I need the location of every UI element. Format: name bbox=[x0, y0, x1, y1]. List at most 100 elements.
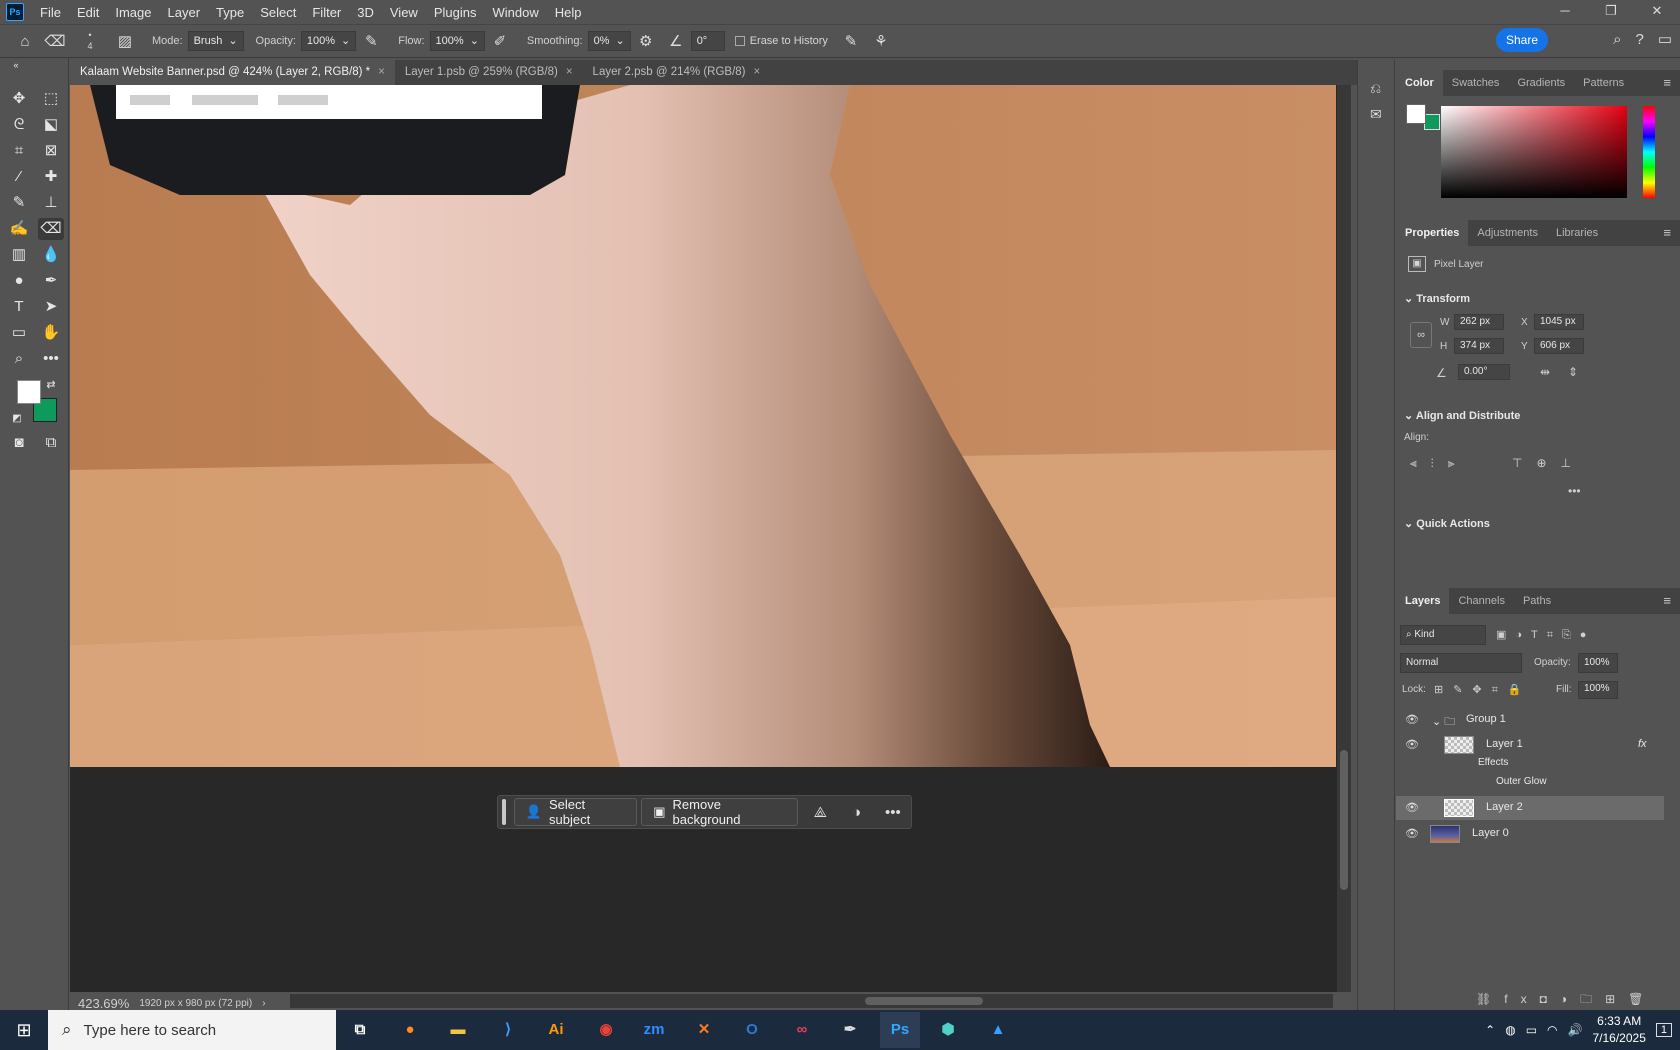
airbrush-icon[interactable]: ✐ bbox=[485, 32, 515, 50]
minimize-icon[interactable]: ─ bbox=[1542, 0, 1588, 24]
menu-filter[interactable]: Filter bbox=[304, 5, 349, 20]
transform-icon[interactable]: ⟁ bbox=[802, 804, 838, 821]
panel-menu-icon[interactable]: ≡ bbox=[1654, 70, 1680, 96]
eyedropper-tool-icon[interactable]: ⁄ bbox=[6, 166, 32, 188]
chevron-up-icon[interactable]: ⌃ bbox=[1485, 1023, 1495, 1037]
link-dimensions-icon[interactable]: ∞ bbox=[1410, 322, 1432, 348]
brush-tool-icon[interactable]: ✎ bbox=[6, 192, 32, 214]
eraser-preset-icon[interactable]: ⌫ bbox=[40, 32, 70, 50]
document-canvas[interactable] bbox=[70, 85, 1336, 767]
background-color-chip[interactable] bbox=[1424, 114, 1440, 130]
brush-size-picker[interactable]: • 4 bbox=[70, 30, 110, 52]
visibility-eye-icon[interactable]: 👁 bbox=[1405, 801, 1419, 814]
tab-layer2-psb[interactable]: Layer 2.psb @ 214% (RGB/8) × bbox=[582, 60, 771, 85]
erase-to-history[interactable]: Erase to History bbox=[734, 35, 828, 47]
tab-layers[interactable]: Layers bbox=[1396, 588, 1450, 614]
tab-layer1-psb[interactable]: Layer 1.psb @ 259% (RGB/8) × bbox=[394, 60, 583, 85]
lock-icons[interactable]: ⊞✎✥⌗🔒 bbox=[1434, 683, 1532, 697]
tab-channels[interactable]: Channels bbox=[1449, 588, 1513, 614]
height-field[interactable]: 374 px bbox=[1454, 338, 1504, 354]
lasso-tool-icon[interactable]: ᘓ bbox=[6, 114, 32, 136]
quick-mask-icon[interactable]: ◙ bbox=[6, 432, 32, 454]
meet-icon[interactable]: ◍ bbox=[1505, 1023, 1515, 1037]
screen-mode-icon[interactable]: ⧉ bbox=[38, 432, 64, 454]
close-icon[interactable]: × bbox=[566, 60, 573, 85]
more-options-icon[interactable]: ••• bbox=[875, 804, 911, 821]
chrome-icon[interactable]: ◉ bbox=[586, 1012, 626, 1048]
path-selection-tool-icon[interactable]: ➤ bbox=[38, 296, 64, 318]
clock[interactable]: 6:33 AM 7/16/2025 bbox=[1592, 1013, 1645, 1047]
x-field[interactable]: 1045 px bbox=[1534, 314, 1584, 330]
eraser-tool-icon[interactable]: ⌫ bbox=[38, 218, 64, 240]
y-field[interactable]: 606 px bbox=[1534, 338, 1584, 354]
task-view-icon[interactable]: ⧉ bbox=[340, 1012, 380, 1048]
fill-field[interactable]: 100% bbox=[1578, 681, 1618, 699]
close-icon[interactable]: ✕ bbox=[1634, 0, 1680, 24]
pressure-opacity-icon[interactable]: ✎ bbox=[356, 32, 386, 50]
foreground-color-chip[interactable] bbox=[1406, 104, 1426, 124]
close-icon[interactable]: × bbox=[378, 60, 385, 85]
smoothing-field[interactable]: 0% ⌄ bbox=[587, 31, 631, 51]
creative-cloud-icon[interactable]: ∞ bbox=[782, 1012, 822, 1048]
menu-3d[interactable]: 3D bbox=[349, 5, 382, 20]
panel-menu-icon[interactable]: ≡ bbox=[1654, 588, 1680, 614]
align-section-header[interactable]: ⌄ Align and Distribute bbox=[1404, 409, 1520, 422]
outer-glow-row[interactable]: Outer Glow bbox=[1396, 773, 1656, 791]
symmetry-icon[interactable]: ⚘ bbox=[866, 32, 896, 50]
flow-field[interactable]: 100% ⌄ bbox=[429, 31, 485, 51]
marquee-tool-icon[interactable]: ⬚ bbox=[38, 88, 64, 110]
history-icon[interactable]: ⎌ bbox=[1370, 80, 1381, 97]
zoom-tool-icon[interactable]: ⌕ bbox=[6, 348, 32, 370]
color-picker-field[interactable] bbox=[1441, 106, 1627, 198]
gradient-tool-icon[interactable]: ▥ bbox=[6, 244, 32, 266]
flip-vertical-icon[interactable]: ⇕ bbox=[1568, 365, 1578, 379]
photos-icon[interactable]: ▲ bbox=[978, 1012, 1018, 1048]
smoothing-gear-icon[interactable]: ⚙ bbox=[631, 32, 661, 50]
transform-section-header[interactable]: ⌄ Transform bbox=[1404, 292, 1470, 305]
pen-tool-icon[interactable]: ✒ bbox=[830, 1012, 870, 1048]
visibility-eye-icon[interactable]: 👁 bbox=[1405, 713, 1419, 726]
windows-start-icon[interactable]: ⊞ bbox=[0, 1020, 48, 1041]
tab-properties[interactable]: Properties bbox=[1396, 220, 1469, 246]
width-field[interactable]: 262 px bbox=[1454, 314, 1504, 330]
menu-file[interactable]: File bbox=[32, 5, 69, 20]
pressure-size-icon[interactable]: ✎ bbox=[836, 32, 866, 50]
menu-layer[interactable]: Layer bbox=[160, 5, 209, 20]
hand-tool-icon[interactable]: ✋ bbox=[38, 322, 64, 344]
close-icon[interactable]: × bbox=[753, 60, 760, 85]
healing-brush-tool-icon[interactable]: ✚ bbox=[38, 166, 64, 188]
tab-adjustments[interactable]: Adjustments bbox=[1468, 220, 1547, 246]
menu-edit[interactable]: Edit bbox=[69, 5, 107, 20]
volume-icon[interactable]: 🔊 bbox=[1568, 1023, 1583, 1037]
horizontal-scroll-thumb[interactable] bbox=[865, 997, 983, 1005]
menu-view[interactable]: View bbox=[382, 5, 426, 20]
layer-row-layer0[interactable]: 👁 Layer 0 bbox=[1396, 822, 1656, 846]
horizontal-scrollbar[interactable] bbox=[290, 994, 1333, 1008]
align-vertical-icons[interactable]: ⊤⊕⊥ bbox=[1512, 456, 1585, 470]
vscode-icon[interactable]: ⟩ bbox=[488, 1012, 528, 1048]
remove-background-button[interactable]: ▣ Remove background bbox=[641, 797, 799, 827]
blend-mode-select[interactable]: Normal bbox=[1400, 653, 1522, 673]
quick-actions-header[interactable]: ⌄ Quick Actions bbox=[1404, 517, 1490, 530]
visibility-eye-icon[interactable]: 👁 bbox=[1405, 738, 1419, 751]
tab-patterns[interactable]: Patterns bbox=[1574, 70, 1633, 96]
menu-plugins[interactable]: Plugins bbox=[426, 5, 485, 20]
zoom-icon[interactable]: zm bbox=[634, 1012, 674, 1048]
swap-colors-icon[interactable]: ⇄ bbox=[44, 374, 58, 396]
outlook-icon[interactable]: O bbox=[732, 1012, 772, 1048]
angle-field[interactable]: 0° bbox=[690, 31, 725, 51]
erase-history-checkbox[interactable] bbox=[734, 36, 745, 46]
flip-horizontal-icon[interactable]: ⇹ bbox=[1540, 365, 1550, 379]
firefox-icon[interactable]: ● bbox=[390, 1012, 430, 1048]
hue-slider[interactable] bbox=[1643, 106, 1655, 198]
rectangle-tool-icon[interactable]: ▭ bbox=[6, 322, 32, 344]
panel-menu-icon[interactable]: ≡ bbox=[1654, 220, 1680, 246]
menu-image[interactable]: Image bbox=[107, 5, 159, 20]
pen-tool-icon[interactable]: ✒ bbox=[38, 270, 64, 292]
app-icon[interactable]: ⬢ bbox=[928, 1012, 968, 1048]
tab-kalaam-banner[interactable]: Kalaam Website Banner.psd @ 424% (Layer … bbox=[70, 60, 395, 85]
vertical-scroll-thumb[interactable] bbox=[1340, 750, 1348, 890]
layer-row-layer2[interactable]: 👁 Layer 2 bbox=[1396, 796, 1664, 820]
layers-footer-icons[interactable]: ⛓fx◘◑🗀⊞🗑 bbox=[1476, 990, 1656, 1011]
visibility-eye-icon[interactable]: 👁 bbox=[1405, 827, 1419, 840]
